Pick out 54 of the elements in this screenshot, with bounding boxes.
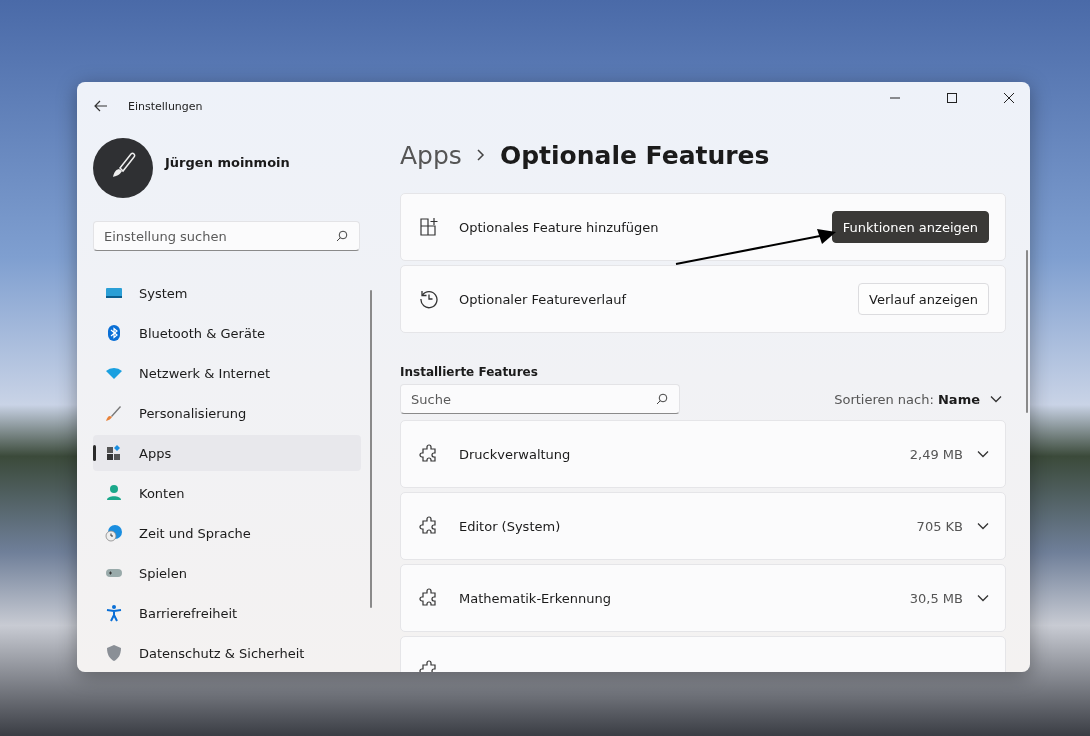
nav-item[interactable]: Apps	[93, 435, 361, 471]
apps-icon	[105, 444, 123, 462]
feature-row[interactable]: Editor (System) 705 KB	[400, 492, 1006, 560]
feature-name: Druckverwaltung	[459, 446, 572, 462]
action-button[interactable]: Funktionen anzeigen	[831, 211, 989, 243]
feature-size: 2,49 MB	[909, 446, 963, 462]
action-label: Optionaler Featureverlauf	[459, 291, 628, 307]
settings-search-field[interactable]: Einstellung suchen	[93, 221, 360, 251]
nav-item[interactable]: Bluetooth & Geräte	[93, 315, 361, 351]
feature-row[interactable]: Mathematik-Erkennung 30,5 MB	[400, 564, 1006, 632]
feature-name: Editor (System)	[459, 518, 562, 534]
search-icon	[656, 393, 668, 405]
person-icon	[105, 484, 123, 502]
breadcrumb-item: Optionale Features	[499, 140, 770, 170]
nav-item[interactable]: Spielen	[93, 555, 361, 591]
feature-search-field[interactable]: Suche	[400, 384, 680, 414]
puzzle-icon	[419, 444, 439, 464]
bluetooth-icon	[105, 324, 123, 342]
action-label: Optionales Feature hinzufügen	[459, 219, 660, 235]
nav-item[interactable]: System	[93, 275, 361, 311]
chevron-down-icon	[990, 395, 1002, 403]
chevron-down-icon[interactable]	[977, 594, 989, 602]
accessibility-icon	[105, 604, 123, 622]
nav-item[interactable]: Konten	[93, 475, 361, 511]
avatar-icon	[93, 138, 153, 198]
section-heading: Installierte Features	[400, 365, 539, 379]
nav-item[interactable]: Zeit und Sprache	[93, 515, 361, 551]
puzzle-icon	[419, 516, 439, 536]
chevron-down-icon[interactable]	[977, 522, 989, 530]
nav-item[interactable]: Barrierefreiheit	[93, 595, 361, 631]
nav-item[interactable]: Datenschutz & Sicherheit	[93, 635, 361, 671]
add-grid-icon	[419, 217, 439, 237]
feature-size: 30,5 MB	[909, 590, 963, 606]
chevron-right-icon	[475, 148, 486, 162]
window-title: Einstellungen	[128, 99, 203, 113]
nav-item[interactable]: Netzwerk & Internet	[93, 355, 361, 391]
feature-row[interactable]: Druckverwaltung 2,49 MB	[400, 420, 1006, 488]
globe-clock-icon	[105, 524, 123, 542]
breadcrumb-item[interactable]: Apps	[400, 140, 462, 170]
search-icon	[336, 230, 348, 242]
brush-icon	[105, 404, 123, 422]
shield-icon	[105, 644, 123, 662]
action-button[interactable]: Verlauf anzeigen	[858, 283, 989, 315]
sort-dropdown[interactable]: Sortieren nach: Name	[834, 391, 1006, 407]
history-icon	[419, 289, 439, 309]
back-arrow-icon[interactable]	[94, 100, 108, 112]
profile-name: Jürgen moinmoin	[165, 154, 290, 170]
feature-size: 705 KB	[916, 518, 963, 534]
nav-item[interactable]: Personalisierung	[93, 395, 361, 431]
feature-name: Mathematik-Erkennung	[459, 590, 612, 606]
puzzle-icon	[419, 588, 439, 608]
maximize-icon[interactable]	[946, 92, 958, 104]
chevron-down-icon[interactable]	[977, 450, 989, 458]
close-icon[interactable]	[1003, 92, 1015, 104]
